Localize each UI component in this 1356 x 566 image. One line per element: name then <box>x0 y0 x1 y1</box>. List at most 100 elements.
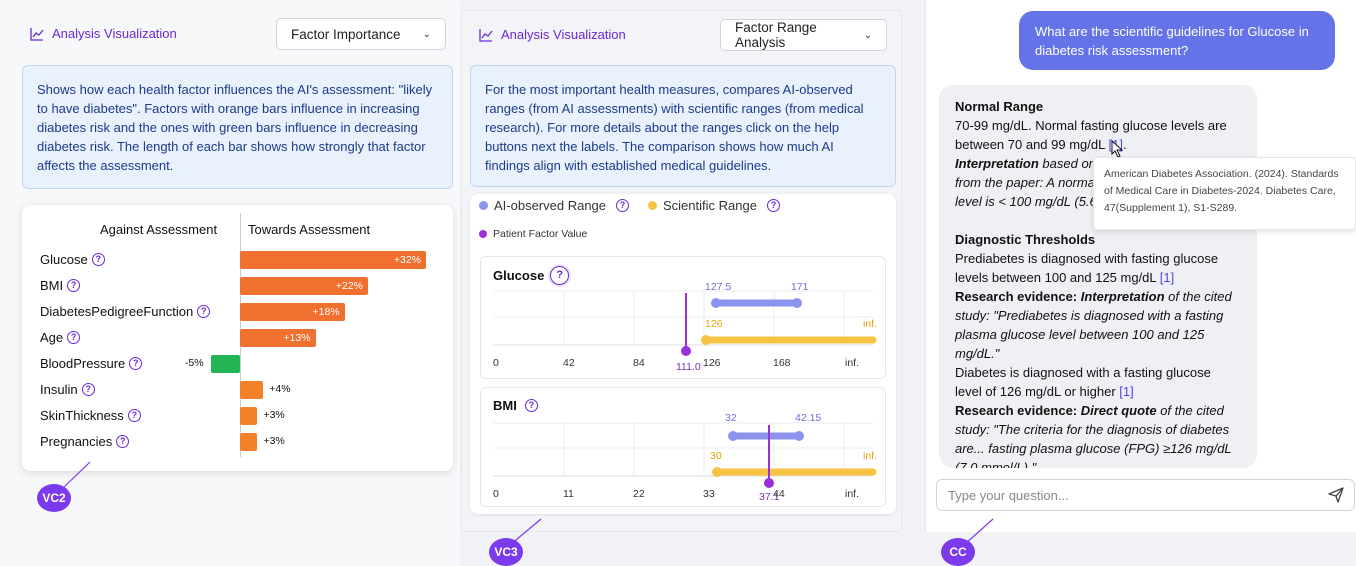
factor-label-age: Age? <box>40 330 81 345</box>
user-message: What are the scientific guidelines for G… <box>1019 11 1335 70</box>
factor-bar-skinthickness <box>240 407 258 425</box>
factor-importance-panel: Analysis Visualization Factor Importance… <box>0 0 460 566</box>
help-icon[interactable]: ? <box>127 409 141 422</box>
axis-tick-label: 0 <box>493 488 499 500</box>
help-icon[interactable]: ? <box>91 253 105 266</box>
ai-range-low-dot <box>711 298 721 308</box>
ai-low-label: 127.5 <box>705 281 732 293</box>
sci-range-low-dot <box>701 335 711 345</box>
citation-tooltip: American Diabetes Association. (2024). S… <box>1093 157 1356 230</box>
assistant-message: Normal Range 70-99 mg/dL. Normal fasting… <box>939 85 1257 468</box>
bmi-range-card: BMI ? 32 42.15 30 inf. 37.1 0 11 22 33 4… <box>480 387 886 507</box>
citation-link[interactable]: [1] <box>1160 270 1174 285</box>
normal-range-text: 70-99 mg/dL. Normal fasting glucose leve… <box>955 118 1227 152</box>
chevron-down-icon: ⌄ <box>863 29 872 41</box>
range-chart-card: AI-observed Range ? Scientific Range ? P… <box>470 194 896 514</box>
visualization-select[interactable]: Factor Importance ⌄ <box>276 18 446 50</box>
factor-value-label: +3% <box>263 435 285 447</box>
legend-ai: AI-observed Range ? <box>479 198 630 213</box>
factor-label-pregnancies: Pregnancies? <box>40 434 130 449</box>
sci-range-low-dot <box>712 467 722 477</box>
factor-bar-pregnancies <box>240 433 258 451</box>
patient-marker-dot <box>681 346 691 356</box>
sci-low-label: 30 <box>710 450 722 462</box>
help-icon[interactable]: ? <box>197 305 211 318</box>
factor-bar-diabetespedigreefunction: +18% <box>240 303 345 321</box>
help-icon[interactable]: ? <box>67 331 81 344</box>
bmi-range-plot <box>493 422 877 488</box>
factor-value-label: +3% <box>263 409 285 421</box>
chart-line-icon <box>479 28 493 42</box>
sci-high-label: inf. <box>863 450 878 462</box>
axis-tick-label: inf. <box>845 357 860 369</box>
factor-value-label: +4% <box>269 383 291 395</box>
factor-range-panel: Analysis Visualization Factor Range Anal… <box>461 10 902 532</box>
ai-range-high-dot <box>794 431 804 441</box>
help-icon[interactable]: ? <box>81 383 95 396</box>
sci-low-label: 126 <box>705 318 723 330</box>
axis-tick-label: 84 <box>633 357 645 369</box>
against-header: Against Assessment <box>100 222 218 237</box>
vc2-tag: VC2 <box>37 484 71 512</box>
help-icon[interactable]: ? <box>67 279 81 292</box>
factor-value-label: +22% <box>335 280 363 292</box>
chat-input[interactable]: Type your question... <box>936 479 1355 511</box>
ai-range-low-dot <box>728 431 738 441</box>
factor-bar-insulin <box>240 381 264 399</box>
axis-tick-label: 0 <box>493 357 499 369</box>
axis-tick-label: 22 <box>633 488 645 500</box>
help-icon[interactable]: ? <box>616 199 630 212</box>
factor-bar-bloodpressure <box>210 355 240 373</box>
factor-value-label: +18% <box>312 306 340 318</box>
citation-link[interactable]: [1] <box>1119 384 1133 399</box>
diagnostic-heading: Diagnostic Thresholds <box>955 232 1096 247</box>
description-box: Shows how each health factor influences … <box>22 65 453 189</box>
description-box: For the most important health measures, … <box>470 65 896 187</box>
help-icon[interactable]: ? <box>766 199 780 212</box>
factor-chart-card: Against Assessment Towards Assessment Gl… <box>22 205 453 471</box>
research-evidence-2: Research evidence: Direct quote of the c… <box>955 403 1232 468</box>
axis-tick-label: 42 <box>563 357 575 369</box>
help-icon[interactable]: ? <box>129 357 143 370</box>
factor-bar-glucose: +32% <box>240 251 426 269</box>
factor-label-skinthickness: SkinThickness? <box>40 408 141 423</box>
legend-sci: Scientific Range ? <box>648 198 780 213</box>
factor-label-insulin: Insulin? <box>40 382 95 397</box>
research-evidence-1: Research evidence: Interpretation of the… <box>955 289 1232 361</box>
mouse-cursor-icon <box>1111 140 1124 158</box>
factor-label-glucose: Glucose? <box>40 252 105 267</box>
chart-line-icon <box>30 27 44 41</box>
vc3-tag: VC3 <box>489 538 523 566</box>
factor-label-diabetespedigreefunction: DiabetesPedigreeFunction? <box>40 304 211 319</box>
ai-low-label: 32 <box>725 412 737 424</box>
chevron-down-icon: ⌄ <box>422 28 431 40</box>
ai-high-label: 171 <box>791 281 809 293</box>
sci-high-label: inf. <box>863 318 878 330</box>
send-icon[interactable] <box>1328 487 1344 503</box>
ai-range-high-dot <box>792 298 802 308</box>
glucose-range-card: Glucose ? 127.5 171 126 inf. 111.0 0 42 … <box>480 256 886 379</box>
help-icon[interactable]: ? <box>116 435 130 448</box>
axis-tick-label: 33 <box>703 488 715 500</box>
factor-label-bloodpressure: BloodPressure? <box>40 356 143 371</box>
axis-tick-label: 126 <box>703 357 721 369</box>
factor-bar-bmi: +22% <box>240 277 368 295</box>
factor-value-label: +32% <box>393 254 421 266</box>
axis-tick-label: 168 <box>773 357 791 369</box>
diabetes-text: Diabetes is diagnosed with a fasting glu… <box>955 365 1211 399</box>
patient-marker-dot <box>764 478 774 488</box>
factor-label-bmi: BMI? <box>40 278 81 293</box>
axis-tick-label: 44 <box>773 488 785 500</box>
cc-tag: CC <box>941 538 975 566</box>
towards-header: Towards Assessment <box>248 222 371 237</box>
panel-title: Analysis Visualization <box>479 27 626 42</box>
prediabetes-text: Prediabetes is diagnosed with fasting gl… <box>955 251 1219 285</box>
ai-range-swatch <box>479 201 488 210</box>
legend-patient: Patient Factor Value <box>479 228 587 240</box>
axis-tick-label: inf. <box>845 488 860 500</box>
patient-value-label: 111.0 <box>676 361 701 373</box>
visualization-select[interactable]: Factor Range Analysis ⌄ <box>720 19 887 51</box>
axis-tick-label: 11 <box>563 488 574 500</box>
factor-value-label: +13% <box>283 332 311 344</box>
panel-title: Analysis Visualization <box>30 26 177 41</box>
